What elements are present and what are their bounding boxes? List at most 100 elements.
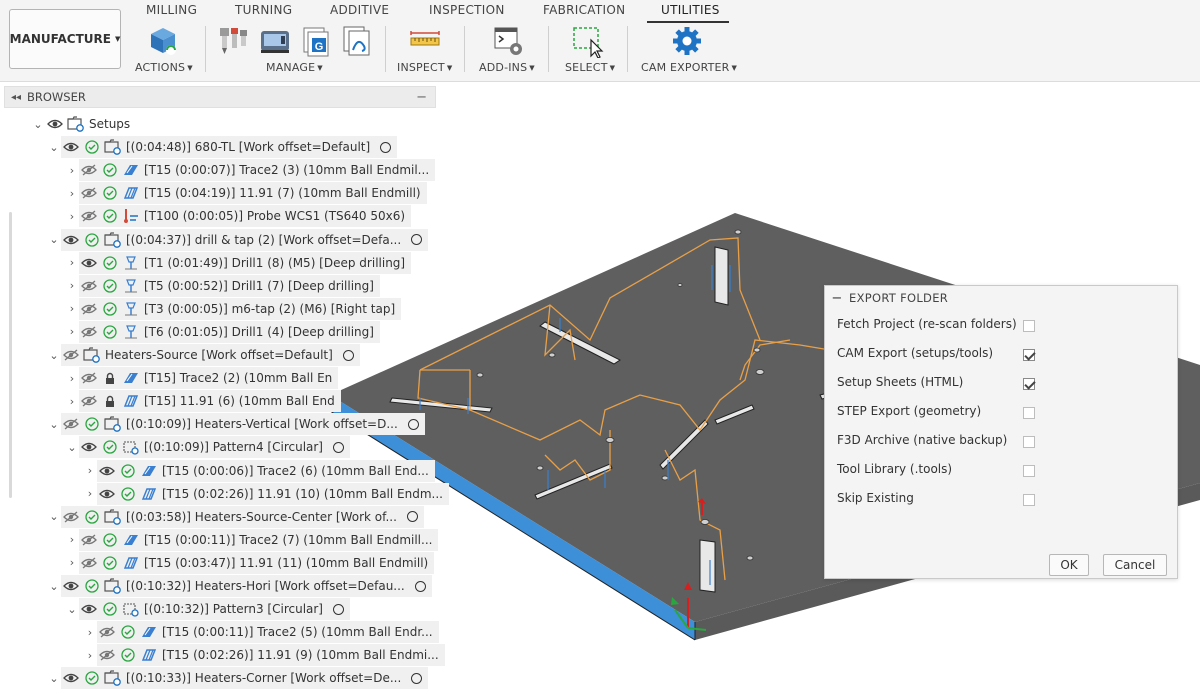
chevron-right-icon[interactable]: › [65, 372, 79, 385]
addins-group[interactable]: ADD-INS ▼ [479, 61, 535, 74]
scripts-addins-icon[interactable] [491, 24, 525, 58]
export-option-checkbox[interactable] [1023, 378, 1035, 390]
chevron-right-icon[interactable]: › [65, 210, 79, 223]
chevron-right-icon[interactable]: › [65, 325, 79, 338]
chevron-down-icon[interactable]: ⌄ [47, 510, 61, 523]
tree-row[interactable]: › [T6 (0:01:05)] Drill1 (4) [Deep drillin… [65, 320, 380, 343]
radio-circle-icon[interactable] [411, 672, 423, 684]
tree-row[interactable]: › [T100 (0:00:05)] Probe WCS1 (TS640 50x6… [65, 205, 412, 228]
tab-additive[interactable]: ADDITIVE [330, 3, 389, 21]
cam-exporter-gear-icon[interactable] [670, 24, 704, 58]
template-library-icon[interactable] [340, 24, 374, 58]
radio-circle-icon[interactable] [414, 580, 426, 592]
tree-row[interactable]: ⌄ [(0:04:48)] 680-TL [Work offset=Default… [47, 136, 398, 159]
chevron-right-icon[interactable]: › [65, 187, 79, 200]
tree-row[interactable]: › [T15 (0:04:19)] 11.91 (7) (10mm Ball En… [65, 182, 427, 205]
tab-turning[interactable]: TURNING [235, 3, 292, 21]
tree-row[interactable]: ⌄ [(0:10:09)] Heaters-Vertical [Work offs… [47, 413, 425, 436]
inspect-group[interactable]: INSPECT ▼ [397, 61, 452, 74]
chevron-down-icon[interactable]: ⌄ [65, 603, 79, 616]
eye-icon[interactable] [79, 438, 98, 456]
tab-utilities[interactable]: UTILITIES [661, 3, 720, 21]
tree-row[interactable]: › [T3 (0:00:05)] m6-tap (2) (M6) [Right t… [65, 297, 402, 320]
chevron-right-icon[interactable]: › [65, 533, 79, 546]
radio-circle-icon[interactable] [333, 603, 344, 615]
chevron-right-icon[interactable]: › [65, 164, 79, 177]
machine-library-icon[interactable] [258, 24, 292, 58]
tree-row[interactable]: ⌄ [(0:10:33)] Heaters-Corner [Work offset… [47, 667, 429, 690]
radio-circle-icon[interactable] [342, 349, 354, 361]
export-option-checkbox[interactable] [1023, 494, 1035, 506]
tree-row[interactable]: ⌄ [(0:03:58)] Heaters-Source-Center [Work… [47, 505, 424, 528]
export-option-checkbox[interactable] [1023, 349, 1035, 361]
eye-icon[interactable] [97, 485, 116, 503]
radio-circle-icon[interactable] [411, 234, 423, 245]
tree-row[interactable]: ⌄ Setups [31, 113, 136, 135]
eye-hidden-icon[interactable] [79, 161, 98, 179]
radio-circle-icon[interactable] [380, 141, 392, 153]
chevron-down-icon[interactable]: ⌄ [31, 118, 45, 131]
actions-group[interactable]: ACTIONS ▼ [135, 61, 193, 74]
export-option-checkbox[interactable] [1023, 465, 1035, 477]
chevron-down-icon[interactable]: ⌄ [47, 580, 61, 593]
chevron-right-icon[interactable]: › [65, 279, 79, 292]
chevron-down-icon[interactable]: ⌄ [47, 418, 61, 431]
export-option-checkbox[interactable] [1023, 407, 1035, 419]
tab-fabrication[interactable]: FABRICATION [543, 3, 625, 21]
tree-row[interactable]: › [T15] Trace2 (2) (10mm Ball En [65, 367, 339, 390]
eye-hidden-icon[interactable] [61, 508, 80, 526]
tree-row[interactable]: ⌄ [(0:10:32)] Pattern3 [Circular] [65, 598, 350, 621]
chevron-down-icon[interactable]: ⌄ [47, 672, 61, 685]
eye-icon[interactable] [97, 462, 116, 480]
tool-library-icon[interactable] [216, 24, 250, 58]
eye-hidden-icon[interactable] [79, 277, 98, 295]
tree-row[interactable]: ⌄ [(0:10:32)] Heaters-Hori [Work offset=D… [47, 575, 432, 597]
chevron-right-icon[interactable]: › [83, 649, 97, 662]
tree-row[interactable]: › [T15 (0:03:47)] 11.91 (11) (10mm Ball E… [65, 551, 435, 574]
eye-icon[interactable] [61, 231, 80, 249]
minimize-icon[interactable]: − [416, 90, 427, 105]
cancel-button[interactable]: Cancel [1103, 554, 1167, 576]
eye-hidden-icon[interactable] [79, 392, 98, 410]
tree-row[interactable]: › [T5 (0:00:52)] Drill1 (7) [Deep drillin… [65, 274, 380, 297]
chevron-right-icon[interactable]: › [83, 464, 97, 477]
eye-hidden-icon[interactable] [79, 531, 98, 549]
eye-icon[interactable] [79, 600, 98, 618]
chevron-right-icon[interactable]: › [65, 395, 79, 408]
tab-milling[interactable]: MILLING [146, 3, 197, 21]
workspace-switcher[interactable]: MANUFACTURE ▼ [9, 9, 121, 69]
chevron-right-icon[interactable]: › [83, 626, 97, 639]
chevron-right-icon[interactable]: › [65, 256, 79, 269]
chevron-down-icon[interactable]: ⌄ [47, 233, 61, 246]
export-option-checkbox[interactable] [1023, 320, 1035, 332]
eye-hidden-icon[interactable] [79, 184, 98, 202]
tree-row[interactable]: › [T15 (0:02:26)] 11.91 (9) (10mm Ball En… [83, 644, 445, 667]
tree-row[interactable]: › [T15] 11.91 (6) (10mm Ball End [65, 390, 341, 413]
eye-icon[interactable] [61, 577, 80, 595]
eye-hidden-icon[interactable] [79, 323, 98, 341]
eye-hidden-icon[interactable] [79, 369, 98, 387]
chevron-down-icon[interactable]: ⌄ [47, 349, 61, 362]
cam-exporter-group[interactable]: CAM EXPORTER ▼ [641, 61, 737, 74]
chevron-right-icon[interactable]: › [83, 487, 97, 500]
tree-row[interactable]: ⌄ [(0:04:37)] drill & tap (2) [Work offse… [47, 228, 429, 251]
eye-icon[interactable] [45, 115, 64, 133]
collapse-panel-icon[interactable]: ◂◂ [5, 92, 27, 103]
tree-row[interactable]: › [T15 (0:00:11)] Trace2 (7) (10mm Ball E… [65, 528, 439, 551]
eye-hidden-icon[interactable] [79, 207, 98, 225]
measure-icon[interactable] [408, 24, 442, 58]
ok-button[interactable]: OK [1049, 554, 1089, 576]
tab-inspection[interactable]: INSPECTION [429, 3, 505, 21]
eye-hidden-icon[interactable] [61, 346, 80, 364]
chevron-down-icon[interactable]: ⌄ [65, 441, 79, 454]
select-group[interactable]: SELECT ▼ [565, 61, 615, 74]
export-option-checkbox[interactable] [1023, 436, 1035, 448]
chevron-down-icon[interactable]: ⌄ [47, 141, 61, 154]
eye-hidden-icon[interactable] [79, 554, 98, 572]
radio-circle-icon[interactable] [333, 441, 344, 453]
radio-circle-icon[interactable] [407, 418, 419, 430]
eye-hidden-icon[interactable] [97, 646, 116, 664]
tree-row[interactable]: › [T15 (0:02:26)] 11.91 (10) (10mm Ball E… [83, 482, 449, 505]
post-library-icon[interactable]: G [300, 24, 334, 58]
eye-icon[interactable] [61, 669, 80, 687]
